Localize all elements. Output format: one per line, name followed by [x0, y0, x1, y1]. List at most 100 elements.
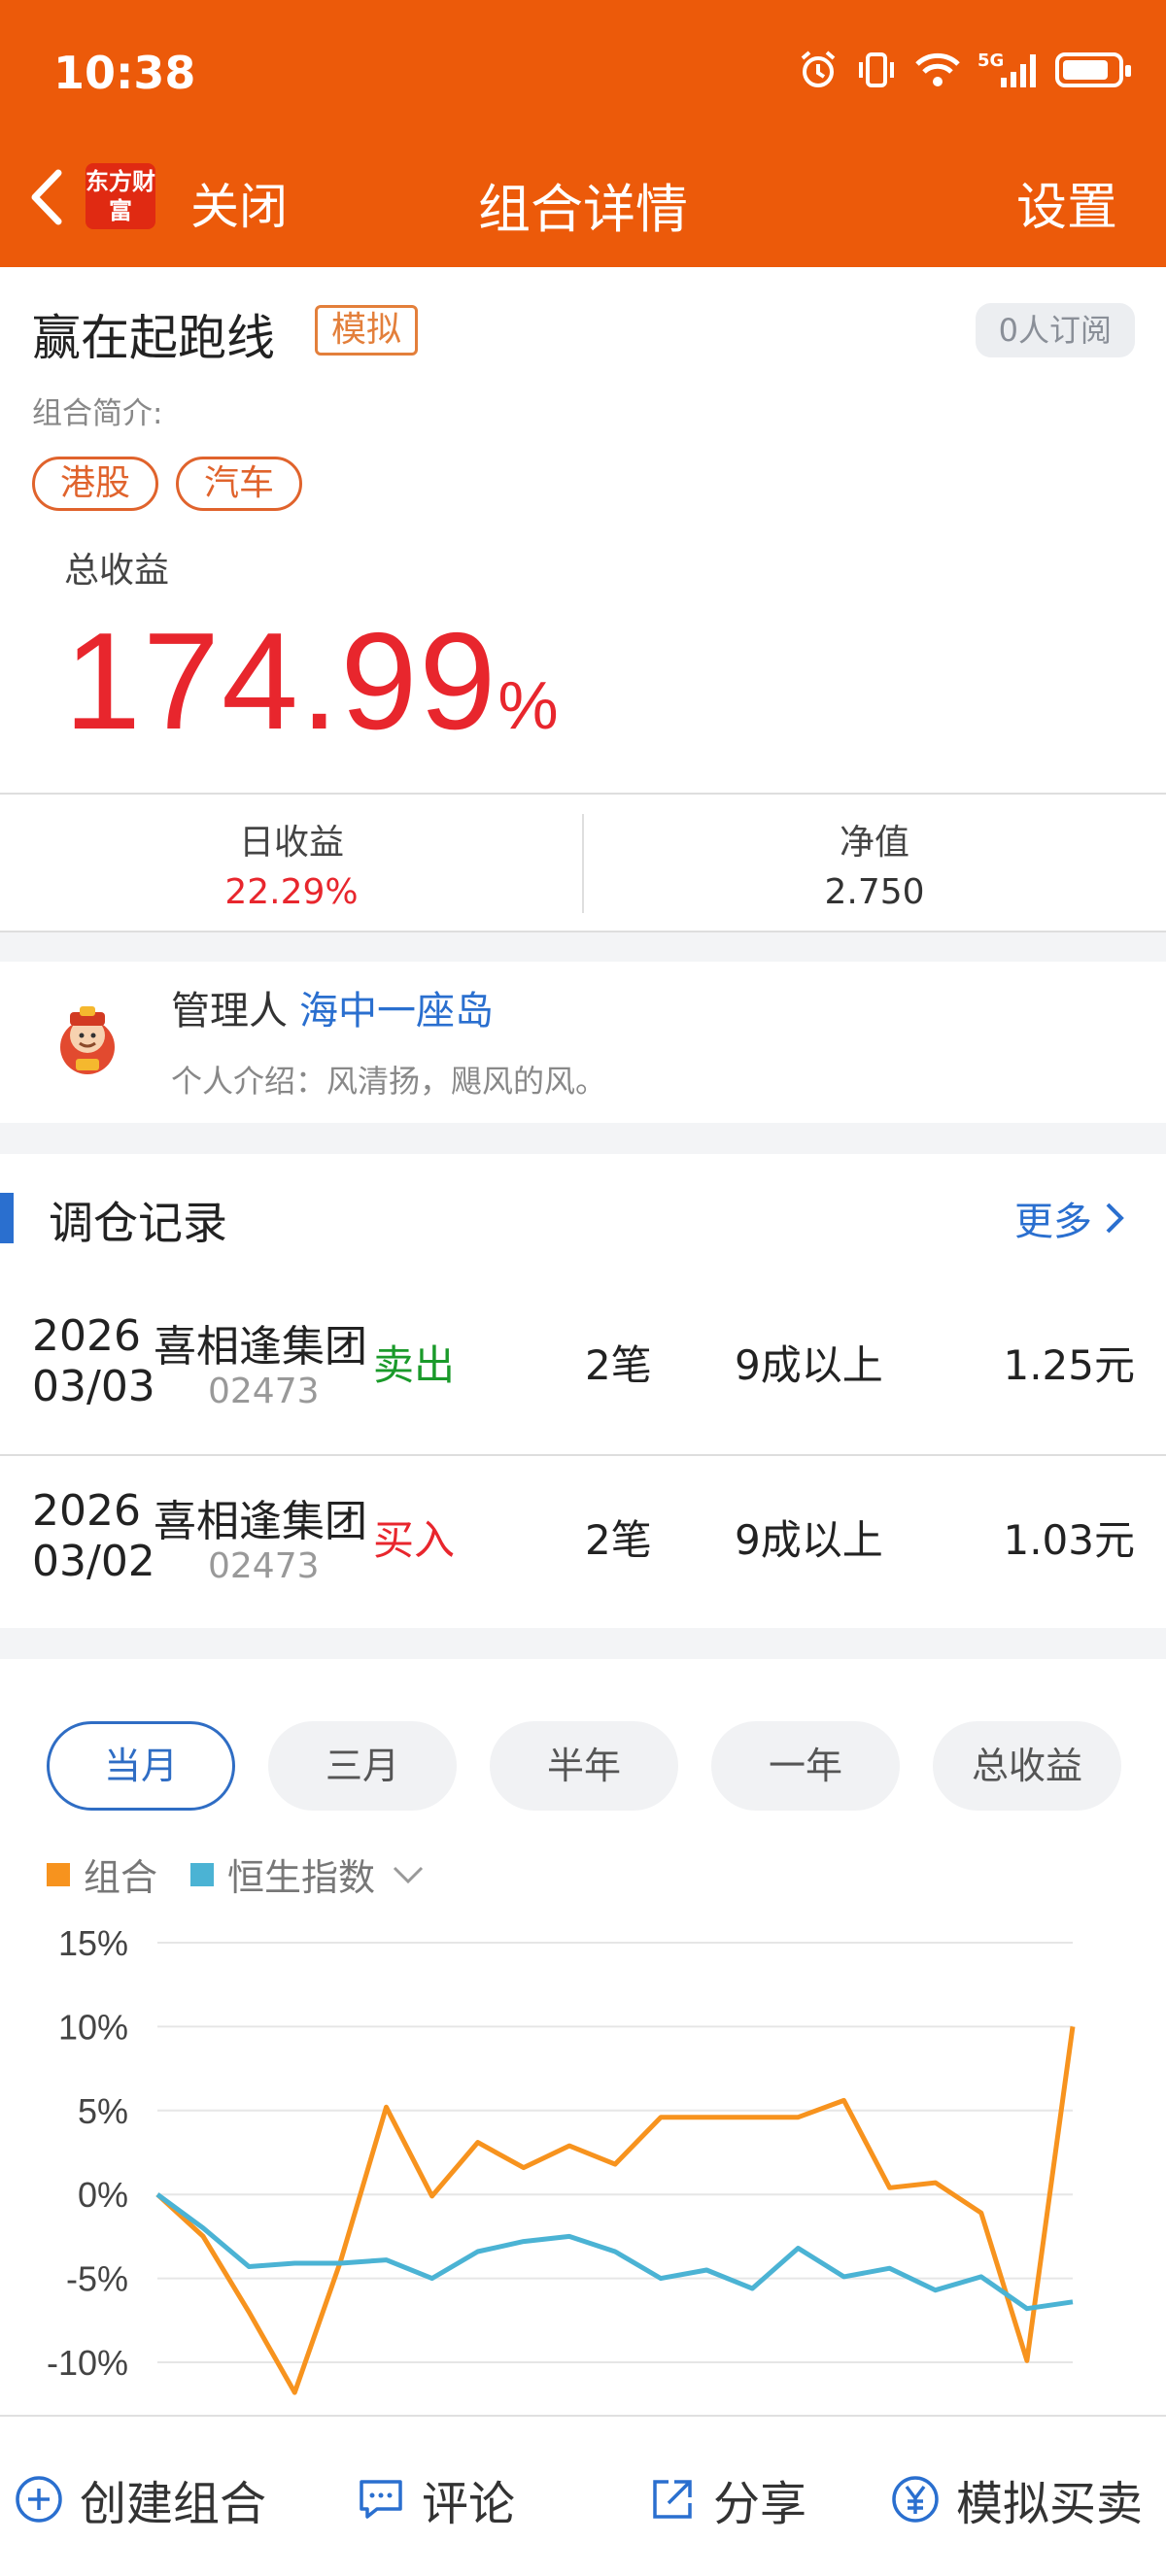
trade-action: 卖出	[373, 1341, 456, 1389]
tab-three-months[interactable]: 三月	[268, 1721, 457, 1811]
section-accent-bar	[0, 1193, 14, 1243]
section-gap	[0, 1628, 1166, 1659]
close-button[interactable]: 关闭	[190, 168, 288, 238]
battery-icon	[1055, 52, 1131, 87]
plus-circle-icon	[16, 2476, 62, 2523]
total-return-value: 174.99%	[64, 602, 559, 762]
alarm-icon	[797, 49, 840, 91]
trade-year: 2026	[32, 1486, 141, 1536]
series-line-hang-seng	[155, 2192, 1074, 2312]
more-label: 更多	[1014, 1200, 1092, 1244]
simulated-trade-button[interactable]: 模拟买卖	[890, 2465, 1143, 2533]
legend-index-dropdown[interactable]: 恒生指数	[227, 1847, 375, 1901]
y-tick-label: 5%	[78, 2091, 128, 2131]
tab-one-year[interactable]: 一年	[711, 1721, 900, 1811]
share-button[interactable]: 分享	[647, 2465, 806, 2533]
y-tick-label: -10%	[47, 2343, 128, 2383]
total-return-label: 总收益	[64, 551, 170, 591]
stock-code: 02473	[208, 1546, 320, 1586]
trade-row[interactable]: 2026 03/03 喜相逢集团 02473 卖出 2笔 9成以上 1.25元	[0, 1282, 1166, 1457]
y-tick-label: 15%	[58, 1923, 128, 1963]
trade-row[interactable]: 2026 03/02 喜相逢集团 02473 买入 2笔 9成以上 1.03元	[0, 1457, 1166, 1632]
nav-value: 2.750	[824, 872, 925, 912]
manager-label: 管理人	[171, 989, 288, 1034]
bottom-action-bar: 创建组合 评论 分享 模拟买卖	[0, 2415, 1166, 2576]
signal-5g-icon: 5G	[977, 49, 1040, 91]
trade-position: 9成以上	[735, 1341, 883, 1389]
portfolio-name: 赢在起跑线	[32, 310, 275, 366]
tag-list: 港股 汽车	[32, 457, 303, 511]
tab-current-month[interactable]: 当月	[47, 1721, 235, 1811]
period-tabs: 当月 三月 半年 一年 总收益	[47, 1721, 1121, 1811]
page-title: 组合详情	[478, 179, 688, 240]
trade-position: 9成以上	[735, 1516, 883, 1564]
manager-name-link[interactable]: 海中一座岛	[299, 989, 494, 1034]
total-return-number: 174.99	[64, 604, 498, 759]
chevron-right-icon	[1106, 1203, 1124, 1234]
trade-day: 03/03	[32, 1362, 155, 1411]
chevron-down-icon[interactable]	[389, 1860, 428, 1889]
portfolio-intro-label: 组合简介:	[32, 396, 163, 431]
section-gap	[0, 1123, 1166, 1154]
tab-total-return[interactable]: 总收益	[933, 1721, 1121, 1811]
manager-avatar[interactable]	[47, 1000, 128, 1082]
manager-intro: 个人介绍：风清扬，飓风的风。	[171, 1063, 607, 1100]
simulated-trade-label: 模拟买卖	[956, 2477, 1144, 2531]
back-button[interactable]	[23, 163, 70, 231]
trade-date: 2026 03/02	[32, 1486, 155, 1587]
daily-return-label: 日收益	[238, 823, 344, 863]
nav-stat: 净值 2.750	[583, 814, 1166, 912]
trade-day: 03/02	[32, 1537, 155, 1586]
total-return-unit: %	[497, 667, 559, 743]
legend-swatch-index	[190, 1862, 215, 1886]
comment-button[interactable]: 评论	[356, 2465, 515, 2533]
chart-legend: 组合 恒生指数	[47, 1847, 428, 1901]
settings-button[interactable]: 设置	[1016, 166, 1117, 239]
simulated-badge: 模拟	[315, 305, 419, 356]
row-divider	[0, 1454, 1166, 1456]
stock-name: 喜相逢集团	[154, 1497, 367, 1546]
daily-return-stat: 日收益 22.29%	[0, 814, 583, 912]
section-gap	[0, 932, 1166, 962]
manager-line: 管理人 海中一座岛	[171, 979, 494, 1035]
trade-price: 1.25元	[1003, 1341, 1135, 1389]
trade-action: 买入	[373, 1516, 456, 1564]
trade-count: 2笔	[585, 1341, 652, 1389]
legend-swatch-portfolio	[47, 1862, 70, 1886]
top-header: 10:38 5G 东方财富 关闭 组合详情 设置	[0, 0, 1166, 267]
create-portfolio-button[interactable]: 创建组合	[14, 2465, 266, 2533]
comment-label: 评论	[422, 2477, 516, 2531]
chevron-left-icon	[31, 169, 62, 225]
subscribe-count-button[interactable]: 0人订阅	[975, 303, 1135, 357]
stock-code: 02473	[208, 1372, 320, 1411]
wifi-icon	[913, 49, 962, 91]
y-tick-label: 0%	[78, 2175, 128, 2215]
trade-count: 2笔	[585, 1516, 652, 1564]
comment-icon	[360, 2480, 402, 2519]
more-trades-button[interactable]: 更多	[1014, 1190, 1129, 1246]
return-chart: 15% 10% 5% 0% -5% -10%	[47, 1923, 1076, 2395]
status-icons: 5G	[797, 49, 1131, 91]
share-label: 分享	[713, 2477, 807, 2531]
yen-circle-icon	[892, 2476, 939, 2523]
trade-records-title: 调仓记录	[49, 1197, 227, 1249]
y-tick-label: 10%	[58, 2007, 128, 2047]
tag-hk-stocks[interactable]: 港股	[32, 457, 159, 511]
stock-name: 喜相逢集团	[154, 1322, 367, 1372]
tag-auto[interactable]: 汽车	[176, 457, 303, 511]
series-line-portfolio	[155, 2026, 1076, 2395]
divider	[0, 793, 1166, 795]
trade-date: 2026 03/03	[32, 1311, 155, 1412]
legend-portfolio: 组合	[84, 1856, 158, 1899]
vibrate-icon	[855, 49, 898, 91]
status-time: 10:38	[53, 47, 196, 99]
tab-half-year[interactable]: 半年	[490, 1721, 678, 1811]
nav-label: 净值	[839, 823, 909, 863]
trade-price: 1.03元	[1003, 1516, 1135, 1564]
network-label: 5G	[977, 51, 1004, 71]
share-icon	[653, 2480, 692, 2519]
y-tick-label: -5%	[66, 2259, 128, 2299]
daily-return-value: 22.29%	[224, 872, 359, 912]
trade-year: 2026	[32, 1311, 141, 1361]
app-logo: 东方财富	[86, 163, 155, 229]
